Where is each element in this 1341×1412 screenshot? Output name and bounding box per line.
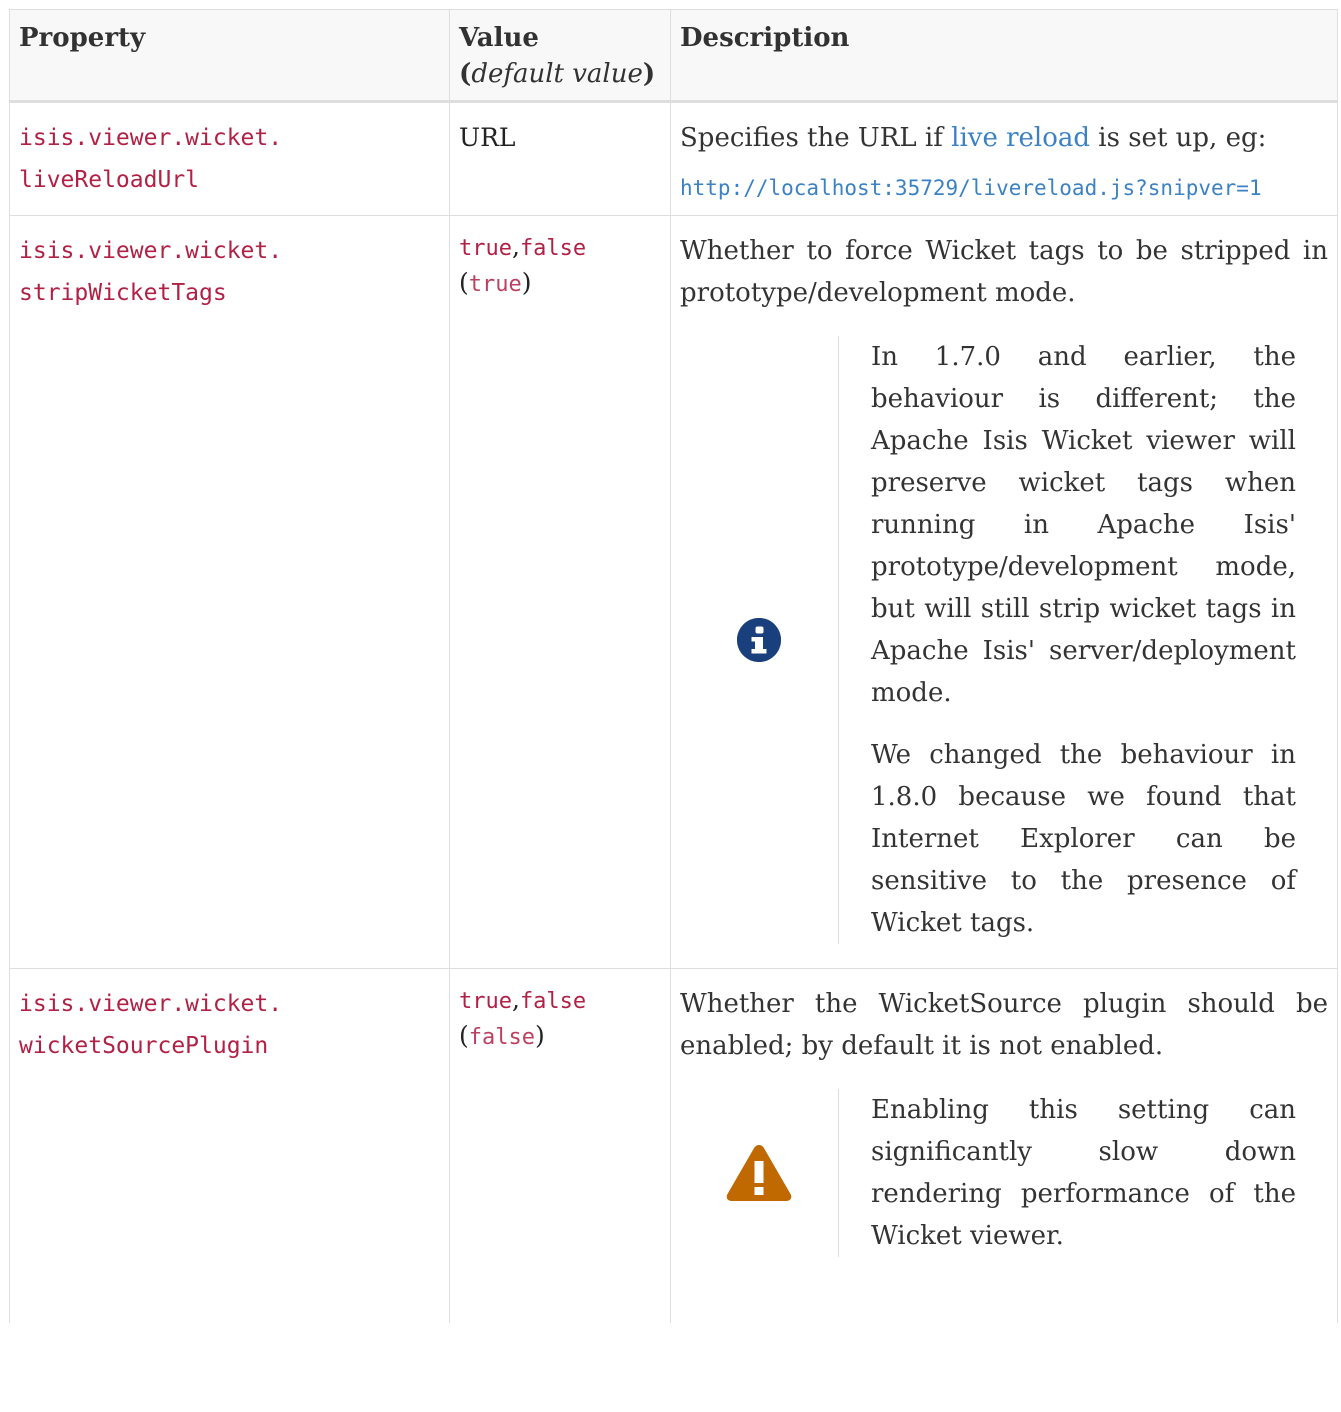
property-name-line2: wicketSourcePlugin — [19, 1033, 269, 1059]
value-separator: , — [511, 985, 520, 1014]
default-value: true — [468, 272, 522, 297]
note-content: In 1.7.0 and earlier, the behaviour is d… — [839, 336, 1328, 944]
info-icon — [737, 618, 781, 662]
value-cell: true,false (true) — [449, 215, 671, 969]
table-row: isis.viewer.wicket. wicketSourcePlugin t… — [9, 968, 1338, 1323]
header-value-default-open: ( — [459, 59, 472, 89]
header-description: Description — [670, 9, 1338, 103]
warning-content: Enabling this setting can significantly … — [839, 1089, 1328, 1257]
header-value: Value (default value) — [449, 9, 671, 103]
configuration-properties-table: Property Value (default value) Descripti… — [9, 9, 1338, 1323]
value-false: false — [519, 236, 587, 261]
property-name-line1: isis.viewer.wicket. — [19, 991, 283, 1017]
value-options: true,false — [459, 983, 661, 1019]
value-separator: , — [511, 232, 520, 261]
value-default: (false) — [459, 1019, 661, 1055]
description-prefix: Specifies the URL if — [680, 123, 952, 153]
default-value: false — [468, 1025, 535, 1050]
warning-admonition: Enabling this setting can significantly … — [680, 1089, 1328, 1257]
note-admonition: In 1.7.0 and earlier, the behaviour is d… — [680, 336, 1328, 944]
description-text: Specifies the URL if live reload is set … — [680, 117, 1328, 159]
note-paragraph-1: In 1.7.0 and earlier, the behaviour is d… — [871, 342, 1296, 708]
warning-icon-cell — [680, 1089, 839, 1257]
property-cell: isis.viewer.wicket. wicketSourcePlugin — [9, 968, 450, 1323]
property-cell: isis.viewer.wicket. liveReloadUrl — [9, 101, 450, 216]
example-url: http://localhost:35729/livereload.js?sni… — [680, 176, 1262, 200]
value-false: false — [519, 989, 587, 1014]
property-name-line1: isis.viewer.wicket. — [19, 238, 283, 264]
note-paragraph-2: We changed the behaviour in 1.8.0 becaus… — [871, 740, 1296, 938]
value-cell: true,false (false) — [449, 968, 671, 1323]
header-value-default-close: ) — [642, 59, 656, 89]
property-cell: isis.viewer.wicket. stripWicketTags — [9, 215, 450, 969]
property-name-line1: isis.viewer.wicket. — [19, 125, 283, 151]
default-close: ) — [535, 1021, 545, 1050]
header-value-label: Value — [459, 23, 539, 53]
description-text: Whether the WicketSource plugin should b… — [680, 989, 1328, 1061]
live-reload-link[interactable]: live reload — [951, 123, 1090, 153]
value-true: true — [459, 989, 512, 1014]
description-cell: Whether the WicketSource plugin should b… — [670, 968, 1338, 1323]
description-text: Whether to force Wicket tags to be strip… — [680, 236, 1328, 308]
property-name-line2: stripWicketTags — [19, 280, 227, 306]
warning-icon — [726, 1145, 792, 1201]
default-close: ) — [521, 268, 532, 297]
value-default: (true) — [459, 266, 661, 302]
default-open: ( — [459, 268, 469, 297]
default-open: ( — [459, 1021, 469, 1050]
warning-paragraph: Enabling this setting can significantly … — [871, 1095, 1296, 1251]
value-text: URL — [459, 123, 516, 152]
value-cell: URL — [449, 101, 671, 216]
table-header: Property Value (default value) Descripti… — [9, 9, 1338, 103]
note-icon-cell — [680, 336, 839, 944]
value-options: true,false — [459, 230, 661, 266]
header-property: Property — [9, 9, 450, 103]
property-name-line2: liveReloadUrl — [19, 167, 200, 193]
description-suffix: is set up, eg: — [1090, 123, 1267, 153]
description-cell: Whether to force Wicket tags to be strip… — [670, 215, 1338, 969]
value-true: true — [459, 236, 512, 261]
table-row: isis.viewer.wicket. stripWicketTags true… — [9, 215, 1338, 969]
description-cell: Specifies the URL if live reload is set … — [670, 101, 1338, 216]
header-value-default: default value — [471, 59, 643, 89]
table-row: isis.viewer.wicket. liveReloadUrl URL Sp… — [9, 101, 1338, 216]
header-row: Property Value (default value) Descripti… — [9, 9, 1338, 103]
